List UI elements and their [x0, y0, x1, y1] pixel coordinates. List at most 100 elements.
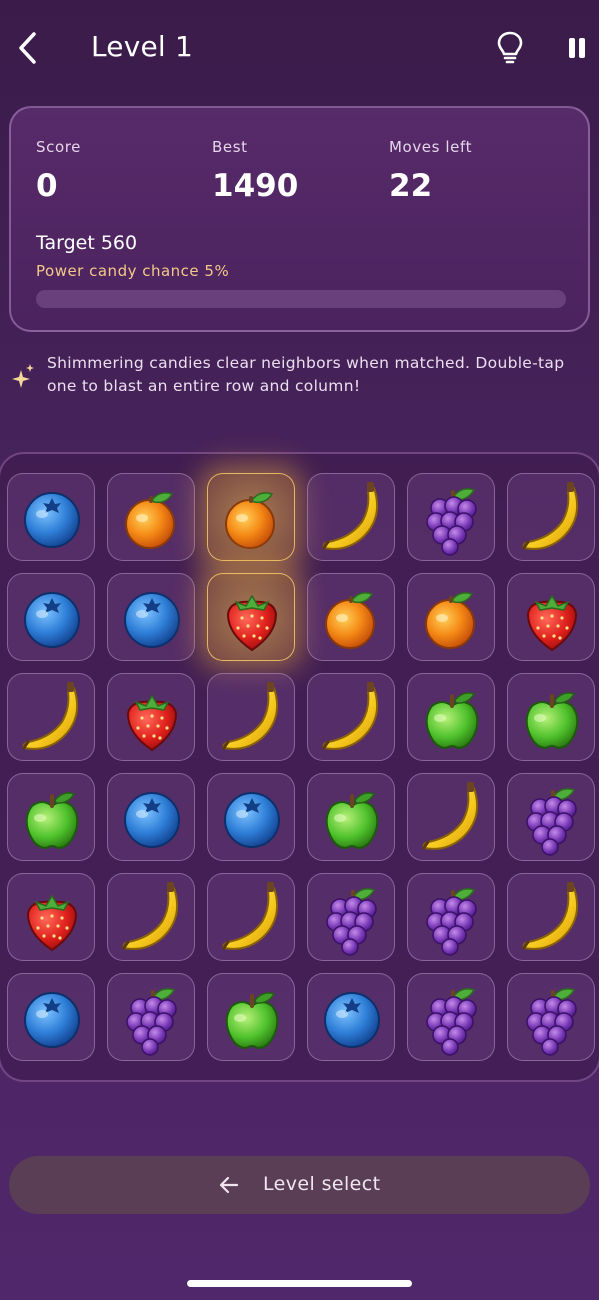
banana-icon — [222, 682, 278, 750]
grapes-icon — [526, 788, 577, 856]
board-cell-4-3[interactable] — [307, 873, 395, 961]
info-text: Shimmering candies clear neighbors when … — [47, 354, 565, 395]
best-label: Best — [212, 138, 248, 156]
banana-icon — [522, 482, 578, 550]
level-select-button[interactable]: Level select — [9, 1156, 590, 1214]
board-cell-3-0[interactable] — [7, 773, 95, 861]
orange-icon — [125, 492, 175, 549]
pause-button[interactable] — [563, 32, 591, 64]
grapes-icon — [426, 988, 477, 1056]
moves-label: Moves left — [389, 138, 473, 156]
level-title: Level 1 — [91, 30, 194, 63]
chevron-left-icon — [19, 32, 36, 64]
apple-icon — [425, 692, 479, 750]
banana-icon — [322, 682, 378, 750]
banana-icon — [322, 482, 378, 550]
board-cell-0-3[interactable] — [307, 473, 395, 561]
moves-stat: Moves left 22 — [389, 138, 472, 204]
blueberry-icon — [24, 492, 80, 548]
strawberry-icon — [226, 594, 278, 652]
arrow-left-icon — [219, 1176, 239, 1194]
blueberry-icon — [324, 992, 380, 1048]
board-cell-1-1[interactable] — [107, 573, 195, 661]
board-cell-2-4[interactable] — [407, 673, 495, 761]
power-chance-text: Power candy chance 5% — [36, 262, 230, 280]
board-cell-2-5[interactable] — [507, 673, 595, 761]
board-cell-2-3[interactable] — [307, 673, 395, 761]
board-cell-1-2[interactable] — [207, 573, 295, 661]
board-cell-5-4[interactable] — [407, 973, 495, 1061]
home-indicator — [187, 1280, 412, 1287]
blueberry-icon — [24, 992, 80, 1048]
apple-icon — [225, 992, 279, 1050]
banana-icon — [422, 782, 478, 850]
board-cell-4-5[interactable] — [507, 873, 595, 961]
board-cell-3-4[interactable] — [407, 773, 495, 861]
score-label: Score — [36, 138, 82, 156]
board-cell-0-0[interactable] — [7, 473, 95, 561]
moves-value: 22 — [389, 168, 433, 204]
blueberry-icon — [124, 592, 180, 648]
best-stat: Best 1490 — [212, 138, 298, 204]
board-cell-1-0[interactable] — [7, 573, 95, 661]
board-cell-5-0[interactable] — [7, 973, 95, 1061]
board-cell-2-2[interactable] — [207, 673, 295, 761]
score-stat: Score 0 — [36, 138, 81, 204]
lightbulb-icon — [497, 31, 523, 64]
grapes-icon — [426, 888, 477, 956]
banana-icon — [222, 882, 278, 950]
apple-icon — [525, 692, 579, 750]
apple-icon — [325, 792, 379, 850]
score-card: Score 0 Best 1490 Moves left 22 Target 5… — [9, 106, 590, 332]
orange-icon — [425, 592, 475, 649]
info-banner: Shimmering candies clear neighbors when … — [10, 352, 595, 402]
top-bar: Level 1 — [0, 0, 599, 100]
orange-icon — [225, 492, 275, 549]
board-cell-3-3[interactable] — [307, 773, 395, 861]
banana-icon — [122, 882, 178, 950]
board-cell-4-4[interactable] — [407, 873, 495, 961]
game-board — [0, 452, 599, 1082]
strawberry-icon — [126, 694, 178, 752]
board-cell-4-0[interactable] — [7, 873, 95, 961]
banana-icon — [22, 682, 78, 750]
grapes-icon — [426, 488, 477, 556]
board-cell-0-5[interactable] — [507, 473, 595, 561]
board-cell-3-1[interactable] — [107, 773, 195, 861]
score-progress-bar — [36, 290, 566, 308]
strawberry-icon — [26, 894, 78, 952]
board-cell-0-2[interactable] — [207, 473, 295, 561]
target-text: Target 560 — [36, 232, 138, 254]
board-cell-1-3[interactable] — [307, 573, 395, 661]
strawberry-icon — [526, 594, 578, 652]
board-cell-0-4[interactable] — [407, 473, 495, 561]
board-cell-1-5[interactable] — [507, 573, 595, 661]
blueberry-icon — [224, 792, 280, 848]
board-cell-4-2[interactable] — [207, 873, 295, 961]
level-select-label: Level select — [263, 1173, 381, 1195]
grapes-icon — [526, 988, 577, 1056]
banana-icon — [522, 882, 578, 950]
apple-icon — [25, 792, 79, 850]
grapes-icon — [126, 988, 177, 1056]
score-value: 0 — [36, 168, 58, 204]
board-cell-2-0[interactable] — [7, 673, 95, 761]
best-value: 1490 — [212, 168, 299, 204]
board-cell-4-1[interactable] — [107, 873, 195, 961]
sparkle-icon — [12, 364, 34, 388]
blueberry-icon — [124, 792, 180, 848]
pause-icon — [569, 38, 585, 58]
board-cell-1-4[interactable] — [407, 573, 495, 661]
board-cell-0-1[interactable] — [107, 473, 195, 561]
board-cell-5-5[interactable] — [507, 973, 595, 1061]
board-cell-5-2[interactable] — [207, 973, 295, 1061]
board-cell-3-2[interactable] — [207, 773, 295, 861]
hint-button[interactable] — [494, 30, 526, 66]
board-cell-2-1[interactable] — [107, 673, 195, 761]
board-cell-5-3[interactable] — [307, 973, 395, 1061]
blueberry-icon — [24, 592, 80, 648]
board-cell-3-5[interactable] — [507, 773, 595, 861]
board-cell-5-1[interactable] — [107, 973, 195, 1061]
back-button[interactable] — [12, 28, 46, 68]
grapes-icon — [326, 888, 377, 956]
